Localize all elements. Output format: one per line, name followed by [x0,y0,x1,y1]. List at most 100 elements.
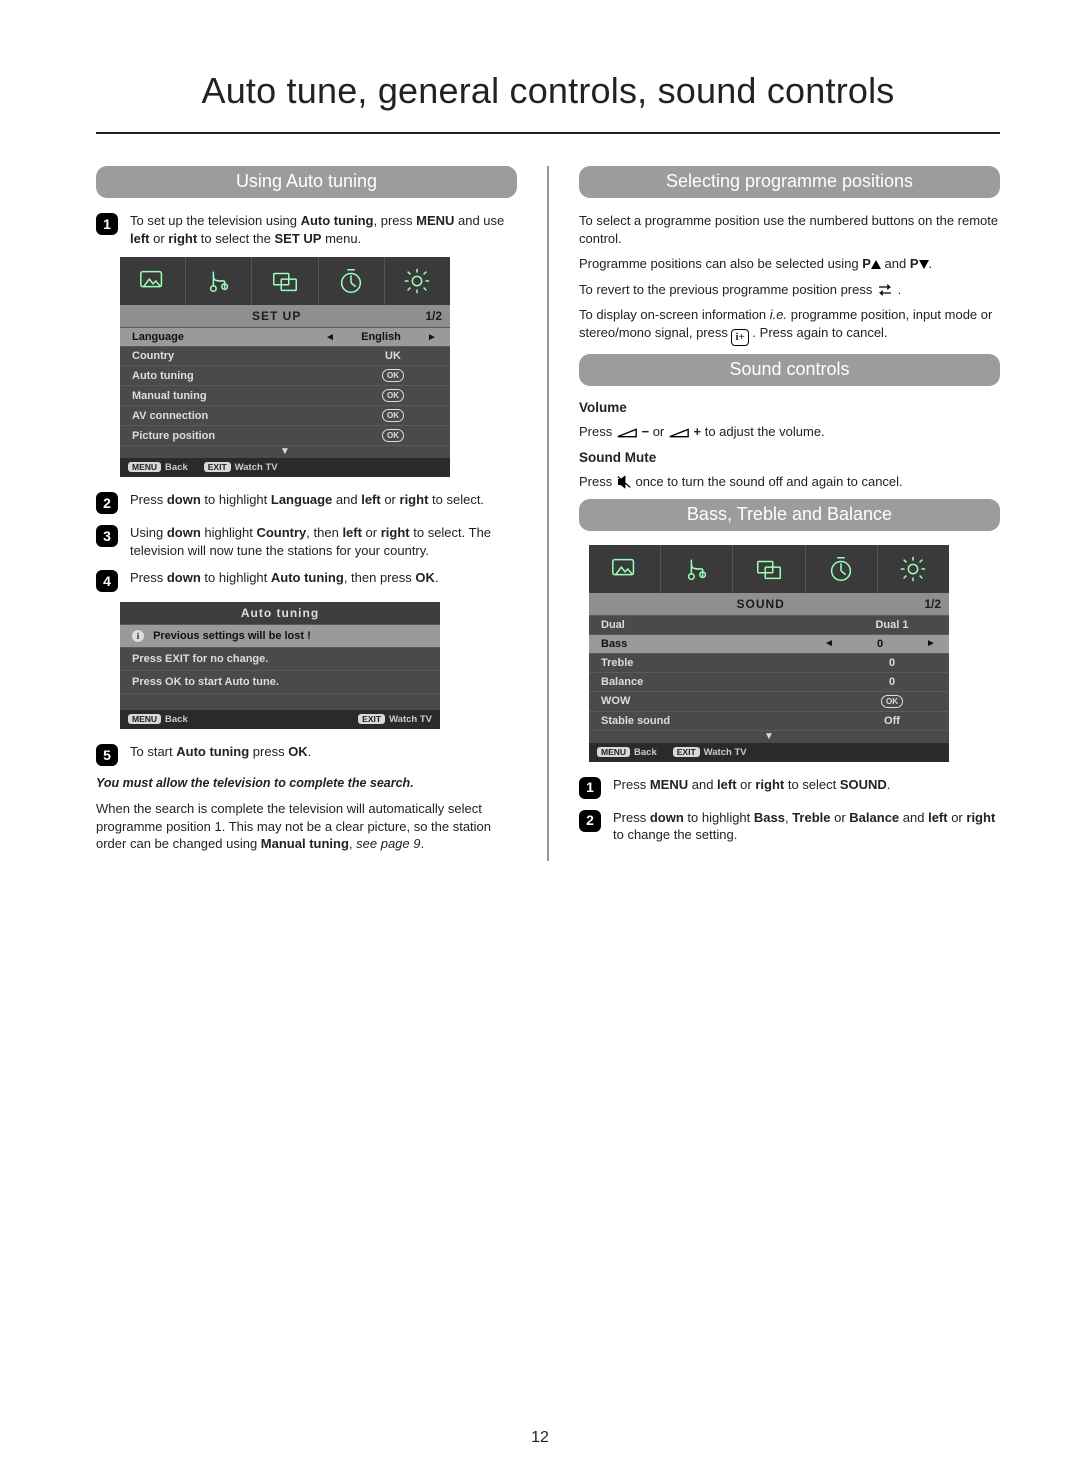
ok-badge-icon: OK [382,369,404,382]
osd-row: Language◄English► [120,327,450,346]
osd-more-caret: ▼ [120,445,450,458]
arrow-left-icon: ◄ [324,332,336,343]
osd-autotune-warning: i Previous settings will be lost ! [120,624,440,647]
menu-tag: MENU [128,714,161,724]
heading-selecting-positions: Selecting programme positions [579,166,1000,198]
ok-badge-icon: OK [382,389,404,402]
step-badge-3: 3 [96,525,118,547]
feature-tab-icon [733,545,805,593]
osd-setup-title: SET UP [128,309,425,323]
step-4-text: Press down to highlight Auto tuning, the… [130,569,517,592]
osd-row: AV connection OK [120,405,450,425]
volume-wedge-icon [668,427,690,439]
bass-step-2: 2 Press down to highlight Bass, Treble o… [579,809,1000,844]
osd-row: Treble0 [589,653,949,672]
osd-row-value: OK [348,389,438,402]
arrow-right-icon: ► [426,332,438,343]
page-number: 12 [0,1429,1080,1447]
arrow-right-icon: ► [925,638,937,649]
heading-bass-treble-balance: Bass, Treble and Balance [579,499,1000,531]
sound-tab-icon [661,545,733,593]
page-title: Auto tune, general controls, sound contr… [96,70,1000,134]
step-badge-4: 4 [96,570,118,592]
osd-row-label: Auto tuning [132,370,348,382]
osd-tab-icons [120,257,450,305]
ok-badge-icon: OK [382,409,404,422]
mute-subhead: Sound Mute [579,450,1000,465]
step-badge-2: 2 [96,492,118,514]
osd-row: Manual tuning OK [120,385,450,405]
osd-autotune-line3: Press OK to start Auto tune. [120,670,440,693]
osd-row: WOW OK [589,691,949,711]
osd-row-label: Bass [601,638,823,650]
osd-row: Stable soundOff [589,711,949,730]
osd-row-label: Manual tuning [132,390,348,402]
italic-note: You must allow the television to complet… [96,776,517,790]
osd-row-label: Language [132,331,324,343]
step-badge-5: 5 [96,744,118,766]
osd-more-caret: ▼ [589,730,949,743]
step-5-text: To start Auto tuning press OK. [130,743,517,766]
osd-row-value: 0 [835,638,925,650]
step-2-text: Press down to highlight Language and lef… [130,491,517,514]
osd-row-value: OK [348,409,438,422]
p-up-icon [871,260,881,269]
info-plus-icon: i+ [731,329,748,346]
step-4: 4 Press down to highlight Auto tuning, t… [96,569,517,592]
osd-row-value: Off [847,715,937,727]
osd-row: DualDual 1 [589,615,949,634]
menu-tag: MENU [128,462,161,472]
right-column: Selecting programme positions To select … [579,160,1000,861]
osd-row-label: Picture position [132,430,348,442]
timer-tab-icon [806,545,878,593]
osd-sound-page: 1/2 [924,597,941,611]
left-column: Using Auto tuning 1 To set up the televi… [96,160,517,861]
osd-row-label: Treble [601,657,847,669]
osd-row-value: OK [348,369,438,382]
p-down-icon [919,260,929,269]
arrow-left-icon: ◄ [823,638,835,649]
info-icon: i [132,630,144,642]
exit-tag: EXIT [358,714,385,724]
bass-step-1: 1 Press MENU and left or right to select… [579,776,1000,799]
osd-row-value: OK [847,695,937,708]
osd-row-label: AV connection [132,410,348,422]
ok-badge-icon: OK [382,429,404,442]
feature-tab-icon [252,257,318,305]
heading-sound-controls: Sound controls [579,354,1000,386]
selecting-p4: To display on-screen information i.e. pr… [579,306,1000,345]
osd-row-label: Balance [601,676,847,688]
osd-row: CountryUK [120,346,450,365]
osd-setup: SET UP 1/2 Language◄English►CountryUK Aut… [120,257,450,477]
bass-step-2-text: Press down to highlight Bass, Treble or … [613,809,1000,844]
step-5: 5 To start Auto tuning press OK. [96,743,517,766]
sound-tab-icon [186,257,252,305]
mute-icon [616,475,632,489]
menu-tag: MENU [597,747,630,757]
volume-wedge-icon [616,427,638,439]
osd-autotune: Auto tuning i Previous settings will be … [120,602,440,729]
closing-paragraph: When the search is complete the televisi… [96,800,517,853]
step-badge-1: 1 [96,213,118,235]
osd-setup-page: 1/2 [425,309,442,323]
ok-badge-icon: OK [881,695,903,708]
selecting-p3: To revert to the previous programme posi… [579,281,1000,299]
osd-footer-back: Back [165,462,188,473]
picture-tab-icon [589,545,661,593]
osd-row-label: Dual [601,619,847,631]
osd-row-label: WOW [601,695,847,707]
selecting-p2: Programme positions can also be selected… [579,255,1000,273]
heading-using-auto-tuning: Using Auto tuning [96,166,517,198]
exit-tag: EXIT [673,747,700,757]
osd-row-value: OK [348,429,438,442]
step-3: 3 Using down highlight Country, then lef… [96,524,517,559]
setup-tab-icon [878,545,949,593]
column-divider [547,166,549,861]
step-badge-2: 2 [579,810,601,832]
step-1-text: To set up the television using Auto tuni… [130,212,517,247]
step-1: 1 To set up the television using Auto tu… [96,212,517,247]
swap-icon [876,283,894,297]
step-badge-1: 1 [579,777,601,799]
osd-row-label: Stable sound [601,715,847,727]
bass-step-1-text: Press MENU and left or right to select S… [613,776,1000,799]
